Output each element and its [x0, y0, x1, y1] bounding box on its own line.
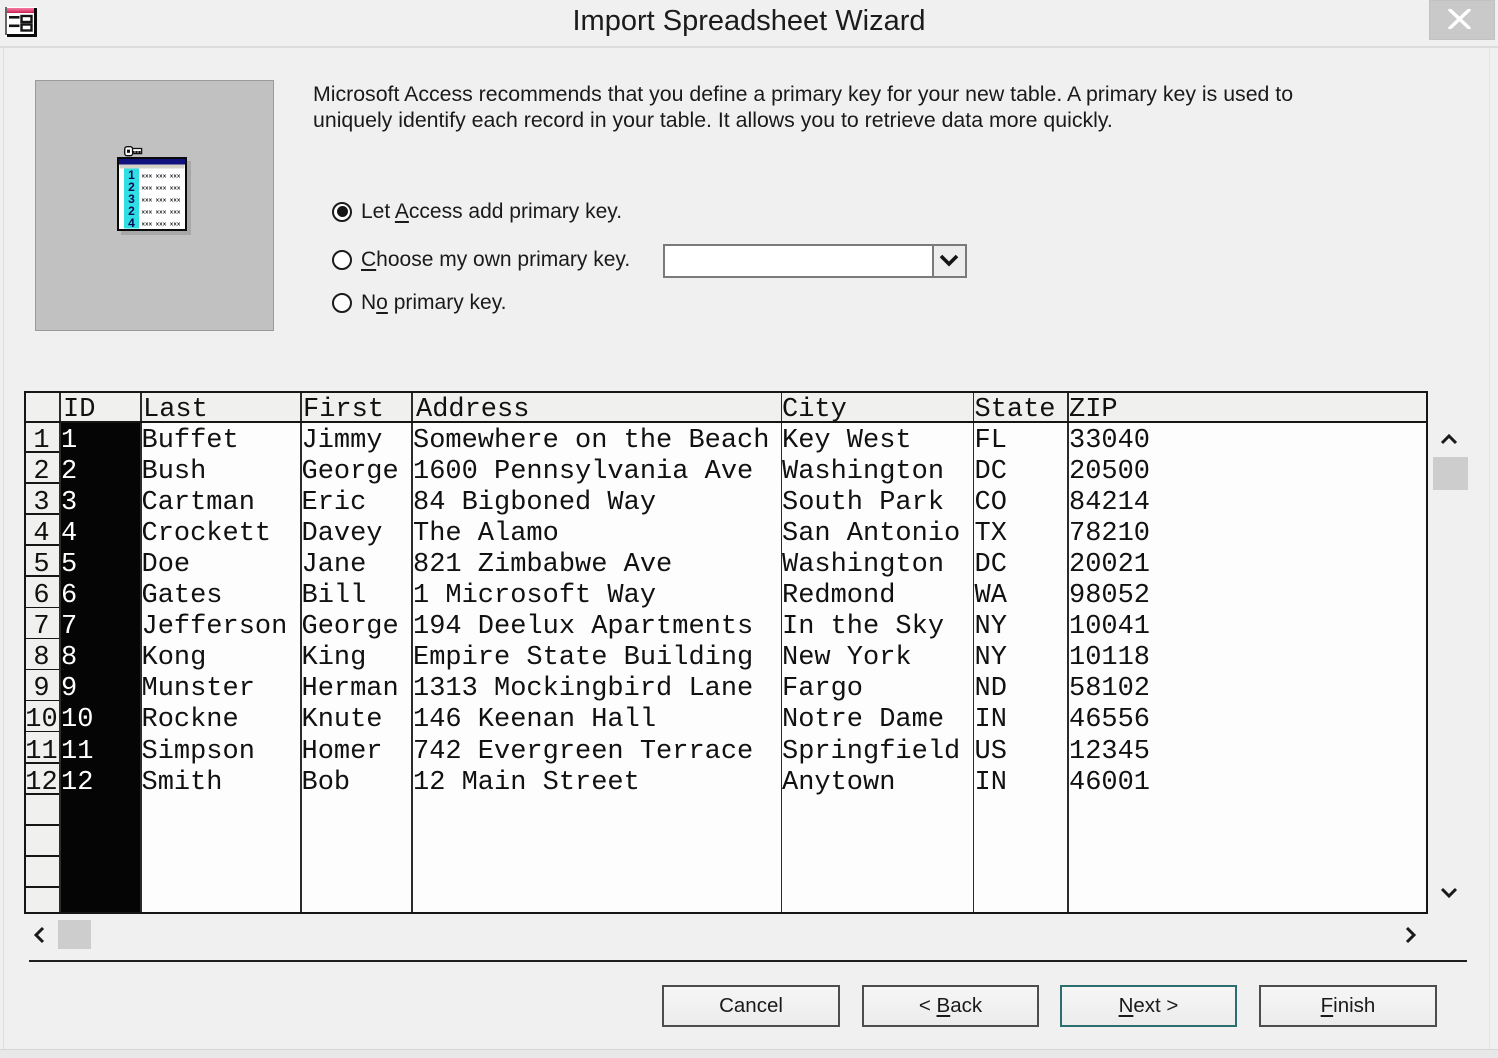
svg-text:xxx xxx xxx: xxx xxx xxx: [142, 209, 181, 216]
svg-text:xxx xxx xxx: xxx xxx xxx: [142, 173, 181, 180]
svg-text:xxx xxx xxx: xxx xxx xxx: [142, 185, 181, 192]
svg-text:xxx xxx xxx: xxx xxx xxx: [142, 221, 181, 228]
svg-text:xxx xxx xxx: xxx xxx xxx: [142, 197, 181, 204]
svg-text:4: 4: [128, 216, 135, 230]
